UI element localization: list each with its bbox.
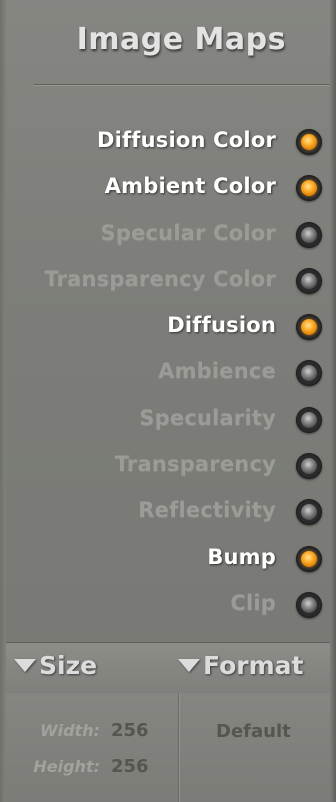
status-light-icon[interactable] [296, 267, 322, 294]
map-toggle-transparency[interactable]: Transparency [0, 444, 336, 490]
map-label: Transparency [114, 452, 276, 477]
map-toggle-diffusion-color[interactable]: Diffusion Color [0, 120, 336, 166]
map-toggle-ambience[interactable]: Ambience [0, 351, 336, 397]
map-label: Ambient Color [104, 174, 276, 199]
map-label: Ambience [158, 359, 276, 384]
map-label: Diffusion [167, 313, 276, 338]
map-toggle-transparency-color[interactable]: Transparency Color [0, 259, 336, 305]
disclosure-triangle-icon [178, 659, 200, 672]
map-toggle-bump[interactable]: Bump [0, 537, 336, 583]
map-label: Bump [207, 544, 276, 569]
map-toggle-diffusion[interactable]: Diffusion [0, 305, 336, 351]
status-light-icon[interactable] [296, 499, 322, 526]
status-light-icon[interactable] [296, 545, 322, 572]
size-format-area: Width: 256 Height: 256 Default [6, 693, 330, 802]
map-label: Transparency Color [44, 266, 276, 291]
map-label: Clip [230, 590, 276, 615]
size-section-toggle[interactable]: Size [14, 651, 97, 680]
map-toggle-clip[interactable]: Clip [0, 583, 336, 629]
map-toggle-ambient-color[interactable]: Ambient Color [0, 166, 336, 212]
map-label: Specularity [139, 405, 276, 430]
image-maps-panel: Image Maps Diffusion Color Ambient Color… [0, 0, 336, 802]
section-header-bar: Size Format [6, 642, 330, 694]
format-section-label: Format [203, 651, 304, 680]
status-light-icon[interactable] [296, 175, 322, 202]
status-light-icon[interactable] [296, 360, 322, 387]
width-field[interactable]: 256 [111, 720, 149, 741]
status-light-icon[interactable] [296, 591, 322, 618]
map-label: Diffusion Color [96, 128, 276, 152]
width-label: Width: [39, 721, 100, 740]
height-label: Height: [33, 757, 100, 776]
title-divider [34, 84, 330, 86]
map-toggle-specular-color[interactable]: Specular Color [0, 213, 336, 259]
column-divider [178, 693, 180, 802]
height-field[interactable]: 256 [111, 756, 149, 777]
width-row: Width: 256 [6, 720, 172, 751]
map-label: Reflectivity [138, 498, 276, 523]
height-row: Height: 256 [6, 756, 172, 787]
panel-title: Image Maps [76, 22, 286, 57]
status-light-icon[interactable] [296, 129, 322, 155]
format-value[interactable]: Default [216, 721, 291, 742]
status-light-icon[interactable] [296, 453, 322, 480]
status-light-icon[interactable] [296, 406, 322, 433]
size-section-label: Size [39, 651, 98, 680]
map-label: Specular Color [100, 220, 276, 245]
format-section-toggle[interactable]: Format [178, 651, 303, 680]
map-toggle-specularity[interactable]: Specularity [0, 398, 336, 444]
status-light-icon[interactable] [296, 221, 322, 248]
map-toggle-reflectivity[interactable]: Reflectivity [0, 490, 336, 536]
image-map-list: Diffusion Color Ambient Color Specular C… [0, 120, 336, 629]
status-light-icon[interactable] [296, 314, 322, 341]
disclosure-triangle-icon [14, 659, 36, 672]
